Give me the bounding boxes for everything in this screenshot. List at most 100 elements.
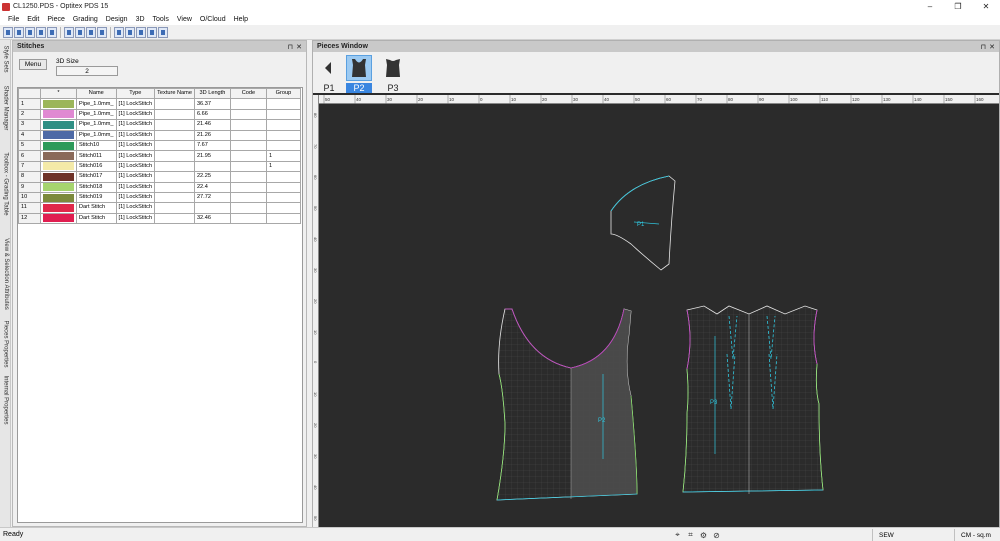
texture-name-cell[interactable] [154, 129, 195, 141]
stitch-name-cell[interactable]: Stitch016 [76, 160, 117, 173]
tool-window-2-icon[interactable] [14, 26, 24, 38]
length-cell[interactable]: 32.46 [193, 212, 231, 225]
piece-thumb-p3[interactable] [380, 55, 406, 81]
stitch-type-cell[interactable]: [1] LockStitch [115, 108, 156, 121]
row-number[interactable]: 2 [18, 108, 41, 121]
menu-file[interactable]: File [4, 16, 23, 23]
stitch-type-cell[interactable]: [1] LockStitch [115, 191, 156, 204]
color-swatch[interactable] [40, 181, 77, 193]
color-swatch[interactable] [40, 98, 77, 110]
menu-edit[interactable]: Edit [23, 16, 43, 23]
tool-window-4-icon[interactable] [36, 26, 46, 38]
stitch-type-cell[interactable]: [1] LockStitch [115, 202, 156, 214]
code-cell[interactable] [229, 171, 267, 183]
table-row[interactable]: 5 Stitch10 [1] LockStitch 7.67 [18, 139, 301, 152]
row-number[interactable]: 12 [18, 212, 41, 225]
group-cell[interactable] [265, 202, 301, 214]
stitch-name-cell[interactable]: Dart Stitch [76, 212, 117, 225]
col-header-type[interactable]: Type [115, 87, 156, 100]
texture-name-cell[interactable] [154, 181, 195, 193]
tab-view-selection-attributes[interactable]: View & Selection Attributes [0, 232, 11, 316]
code-cell[interactable] [229, 202, 267, 214]
row-number[interactable]: 4 [18, 129, 41, 141]
stitch-type-cell[interactable]: [1] LockStitch [115, 212, 156, 225]
stitch-type-cell[interactable]: [1] LockStitch [115, 139, 156, 152]
col-header-length[interactable]: 3D Length [193, 87, 231, 100]
tool-table-icon[interactable] [47, 26, 57, 38]
length-cell[interactable] [193, 160, 231, 173]
menu-design[interactable]: Design [102, 16, 132, 23]
stitch-type-cell[interactable]: [1] LockStitch [115, 181, 156, 193]
close-button[interactable]: ✕ [972, 0, 1000, 13]
menu-view[interactable]: View [173, 16, 196, 23]
col-header-color[interactable]: * [40, 87, 77, 100]
stitches-menu-button[interactable]: Menu [19, 59, 47, 70]
stitch-type-cell[interactable]: [1] LockStitch [115, 129, 156, 141]
stitch-name-cell[interactable]: Dart Stitch [76, 202, 117, 214]
tool-measure-icon[interactable] [158, 26, 168, 38]
color-swatch[interactable] [40, 160, 77, 173]
tool-user-icon[interactable] [64, 26, 74, 38]
code-cell[interactable] [229, 181, 267, 193]
piece-p2[interactable]: P2 [496, 308, 638, 501]
stitch-name-cell[interactable]: Pipe_1.0mm_ [76, 108, 117, 121]
length-cell[interactable] [193, 202, 231, 214]
texture-name-cell[interactable] [154, 108, 195, 121]
texture-name-cell[interactable] [154, 202, 195, 214]
group-cell[interactable]: 1 [265, 160, 301, 173]
pin-icon[interactable]: ⊓ [288, 43, 293, 51]
code-cell[interactable] [229, 129, 267, 141]
color-swatch[interactable] [40, 171, 77, 183]
row-number[interactable]: 1 [18, 98, 41, 110]
table-row[interactable]: 12 Dart Stitch [1] LockStitch 32.46 [18, 212, 301, 225]
tool-window-1-icon[interactable] [3, 26, 13, 38]
menu-ocloud[interactable]: O/Cloud [196, 16, 230, 23]
color-swatch[interactable] [40, 191, 77, 204]
length-cell[interactable]: 21.95 [193, 150, 231, 162]
close-icon[interactable]: ✕ [296, 43, 302, 51]
texture-name-cell[interactable] [154, 119, 195, 131]
stitch-name-cell[interactable]: Stitch019 [76, 191, 117, 204]
col-header-name[interactable]: Name [76, 87, 117, 100]
table-row[interactable]: 3 Pipe_1.0mm_ [1] LockStitch 21.46 [18, 119, 301, 131]
menu-grading[interactable]: Grading [69, 16, 102, 23]
row-number[interactable]: 7 [18, 160, 41, 173]
group-cell[interactable]: 1 [265, 150, 301, 162]
settings-icon[interactable]: ⚙ [698, 530, 709, 540]
stitch-name-cell[interactable]: Stitch018 [76, 181, 117, 193]
group-cell[interactable] [265, 98, 301, 110]
color-swatch[interactable] [40, 212, 77, 225]
code-cell[interactable] [229, 150, 267, 162]
texture-name-cell[interactable] [154, 160, 195, 173]
code-cell[interactable] [229, 98, 267, 110]
length-cell[interactable]: 27.72 [193, 191, 231, 204]
stitch-name-cell[interactable]: Pipe_1.0mm_ [76, 129, 117, 141]
snap-icon[interactable]: ⌖ [672, 530, 683, 540]
row-number[interactable]: 11 [18, 202, 41, 214]
tab-internal-properties[interactable]: Internal Properties [0, 372, 11, 428]
col-header-group[interactable]: Group [265, 87, 301, 100]
stitch-name-cell[interactable]: Stitch10 [76, 139, 117, 152]
length-cell[interactable]: 21.46 [193, 119, 231, 131]
tool-arrow-icon[interactable] [86, 26, 96, 38]
piece-p3[interactable]: P3 [682, 305, 824, 494]
color-swatch[interactable] [40, 119, 77, 131]
table-row[interactable]: 1 Pipe_1.0mm_ [1] LockStitch 36.37 [18, 98, 301, 110]
row-number[interactable]: 5 [18, 139, 41, 152]
table-row[interactable]: 8 Stitch017 [1] LockStitch 22.25 [18, 171, 301, 183]
stitch-type-cell[interactable]: [1] LockStitch [115, 98, 156, 110]
tab-style-sets[interactable]: Style Sets [0, 42, 11, 76]
table-row[interactable]: 4 Pipe_1.0mm_ [1] LockStitch 21.26 [18, 129, 301, 141]
pattern-canvas[interactable]: P1 P2 P3 [319, 104, 999, 527]
code-cell[interactable] [229, 191, 267, 204]
tab-pieces-properties[interactable]: Pieces Properties [0, 320, 11, 368]
group-cell[interactable] [265, 181, 301, 193]
pin-icon[interactable]: ⊓ [981, 43, 986, 51]
close-icon[interactable]: ✕ [989, 43, 995, 51]
stitch-type-cell[interactable]: [1] LockStitch [115, 119, 156, 131]
length-cell[interactable]: 36.37 [193, 98, 231, 110]
piece-thumb-p1[interactable] [316, 55, 342, 81]
menu-piece[interactable]: Piece [43, 16, 69, 23]
stitch-name-cell[interactable]: Pipe_1.0mm_ [76, 98, 117, 110]
table-row[interactable]: 9 Stitch018 [1] LockStitch 22.4 [18, 181, 301, 193]
